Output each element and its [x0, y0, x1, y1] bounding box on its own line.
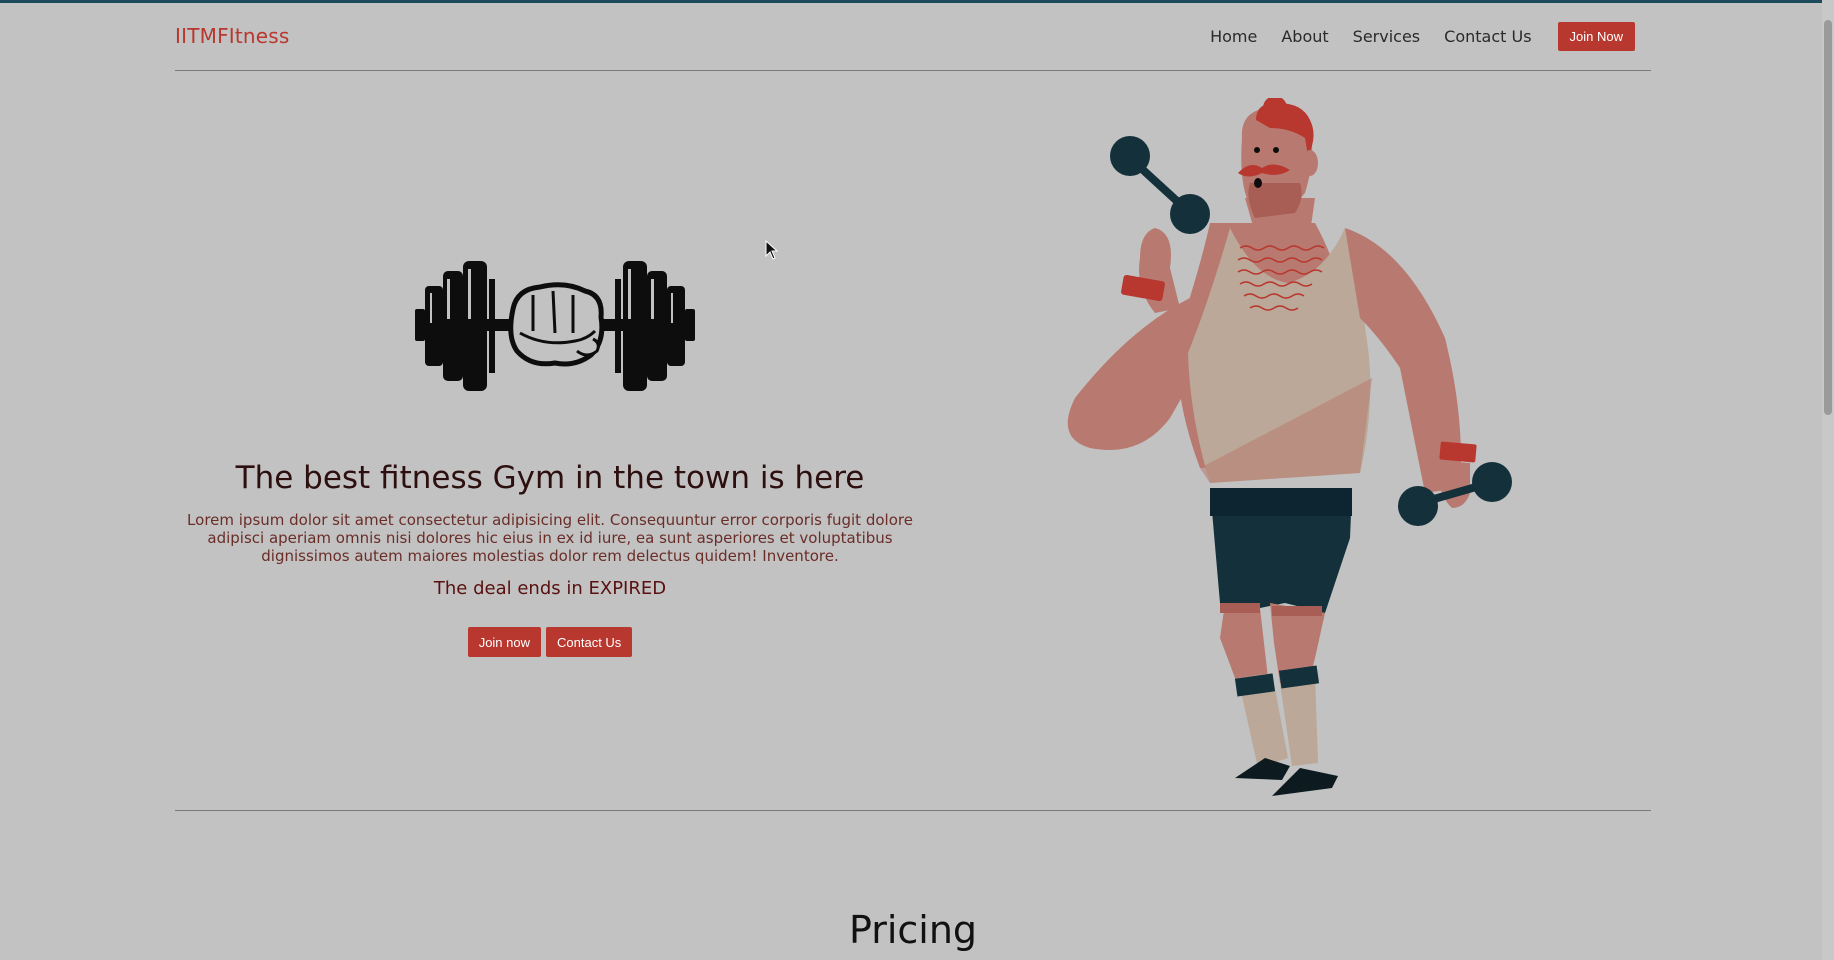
hero-title: The best fitness Gym in the town is here — [235, 460, 865, 496]
deal-countdown: The deal ends in EXPIRED — [175, 578, 925, 599]
hero-buttons: Join now Contact Us — [175, 627, 925, 657]
nav-link-about[interactable]: About — [1281, 27, 1328, 46]
section-divider — [175, 810, 1651, 811]
navbar: IITMFItness Home About Services Contact … — [175, 3, 1651, 71]
nav-link-home[interactable]: Home — [1210, 27, 1257, 46]
brand-logo[interactable]: IITMFItness — [175, 24, 290, 48]
scrollbar-thumb[interactable] — [1824, 20, 1832, 415]
hero-content: The best fitness Gym in the town is here… — [175, 71, 925, 811]
mouse-cursor-icon — [765, 240, 779, 260]
scrollbar[interactable] — [1822, 0, 1834, 960]
hero-description: Lorem ipsum dolor sit amet consectetur a… — [187, 511, 913, 565]
nav-links: Home About Services Contact Us Join Now — [1186, 22, 1635, 51]
contact-us-button[interactable]: Contact Us — [546, 627, 633, 657]
deal-status: EXPIRED — [588, 578, 667, 599]
page: IITMFItness Home About Services Contact … — [0, 3, 1834, 960]
nav-link-services[interactable]: Services — [1353, 27, 1420, 46]
pricing-title: Pricing — [848, 908, 978, 952]
join-now-button[interactable]: Join now — [467, 627, 541, 657]
deal-prefix: The deal ends in — [433, 578, 583, 599]
join-now-nav-button[interactable]: Join Now — [1557, 22, 1635, 51]
dumbbell-fist-icon — [415, 261, 695, 391]
nav-link-contact[interactable]: Contact Us — [1444, 27, 1531, 46]
strongman-illustration — [1067, 98, 1512, 796]
